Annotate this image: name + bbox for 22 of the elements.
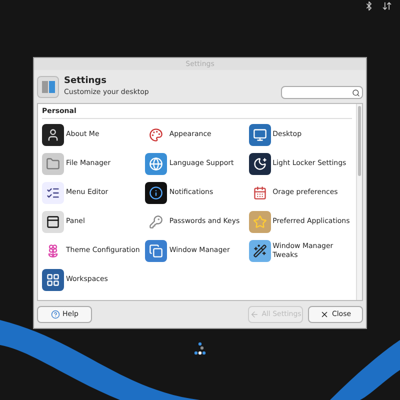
close-icon	[320, 310, 329, 319]
network-icon[interactable]	[382, 1, 392, 11]
help-icon	[50, 310, 60, 319]
folder-icon	[42, 152, 64, 174]
search-field[interactable]	[281, 86, 363, 99]
arrow-left-icon	[250, 310, 259, 319]
list-icon	[42, 182, 64, 204]
windows-icon	[145, 240, 168, 262]
panel-icon	[42, 210, 64, 232]
globe-icon	[145, 152, 168, 174]
scrollbar[interactable]	[356, 104, 362, 300]
dots-icon	[193, 342, 207, 356]
settings-app-icon	[37, 76, 59, 98]
search-icon	[352, 88, 360, 96]
moon-icon	[248, 152, 271, 174]
person-icon	[42, 124, 64, 146]
bluetooth-icon[interactable]	[364, 1, 374, 11]
wand-icon	[248, 240, 271, 262]
header-title: Settings	[64, 76, 108, 87]
monitor-icon	[248, 124, 271, 146]
info-icon	[145, 182, 168, 204]
monitor-grid-icon	[42, 268, 64, 290]
